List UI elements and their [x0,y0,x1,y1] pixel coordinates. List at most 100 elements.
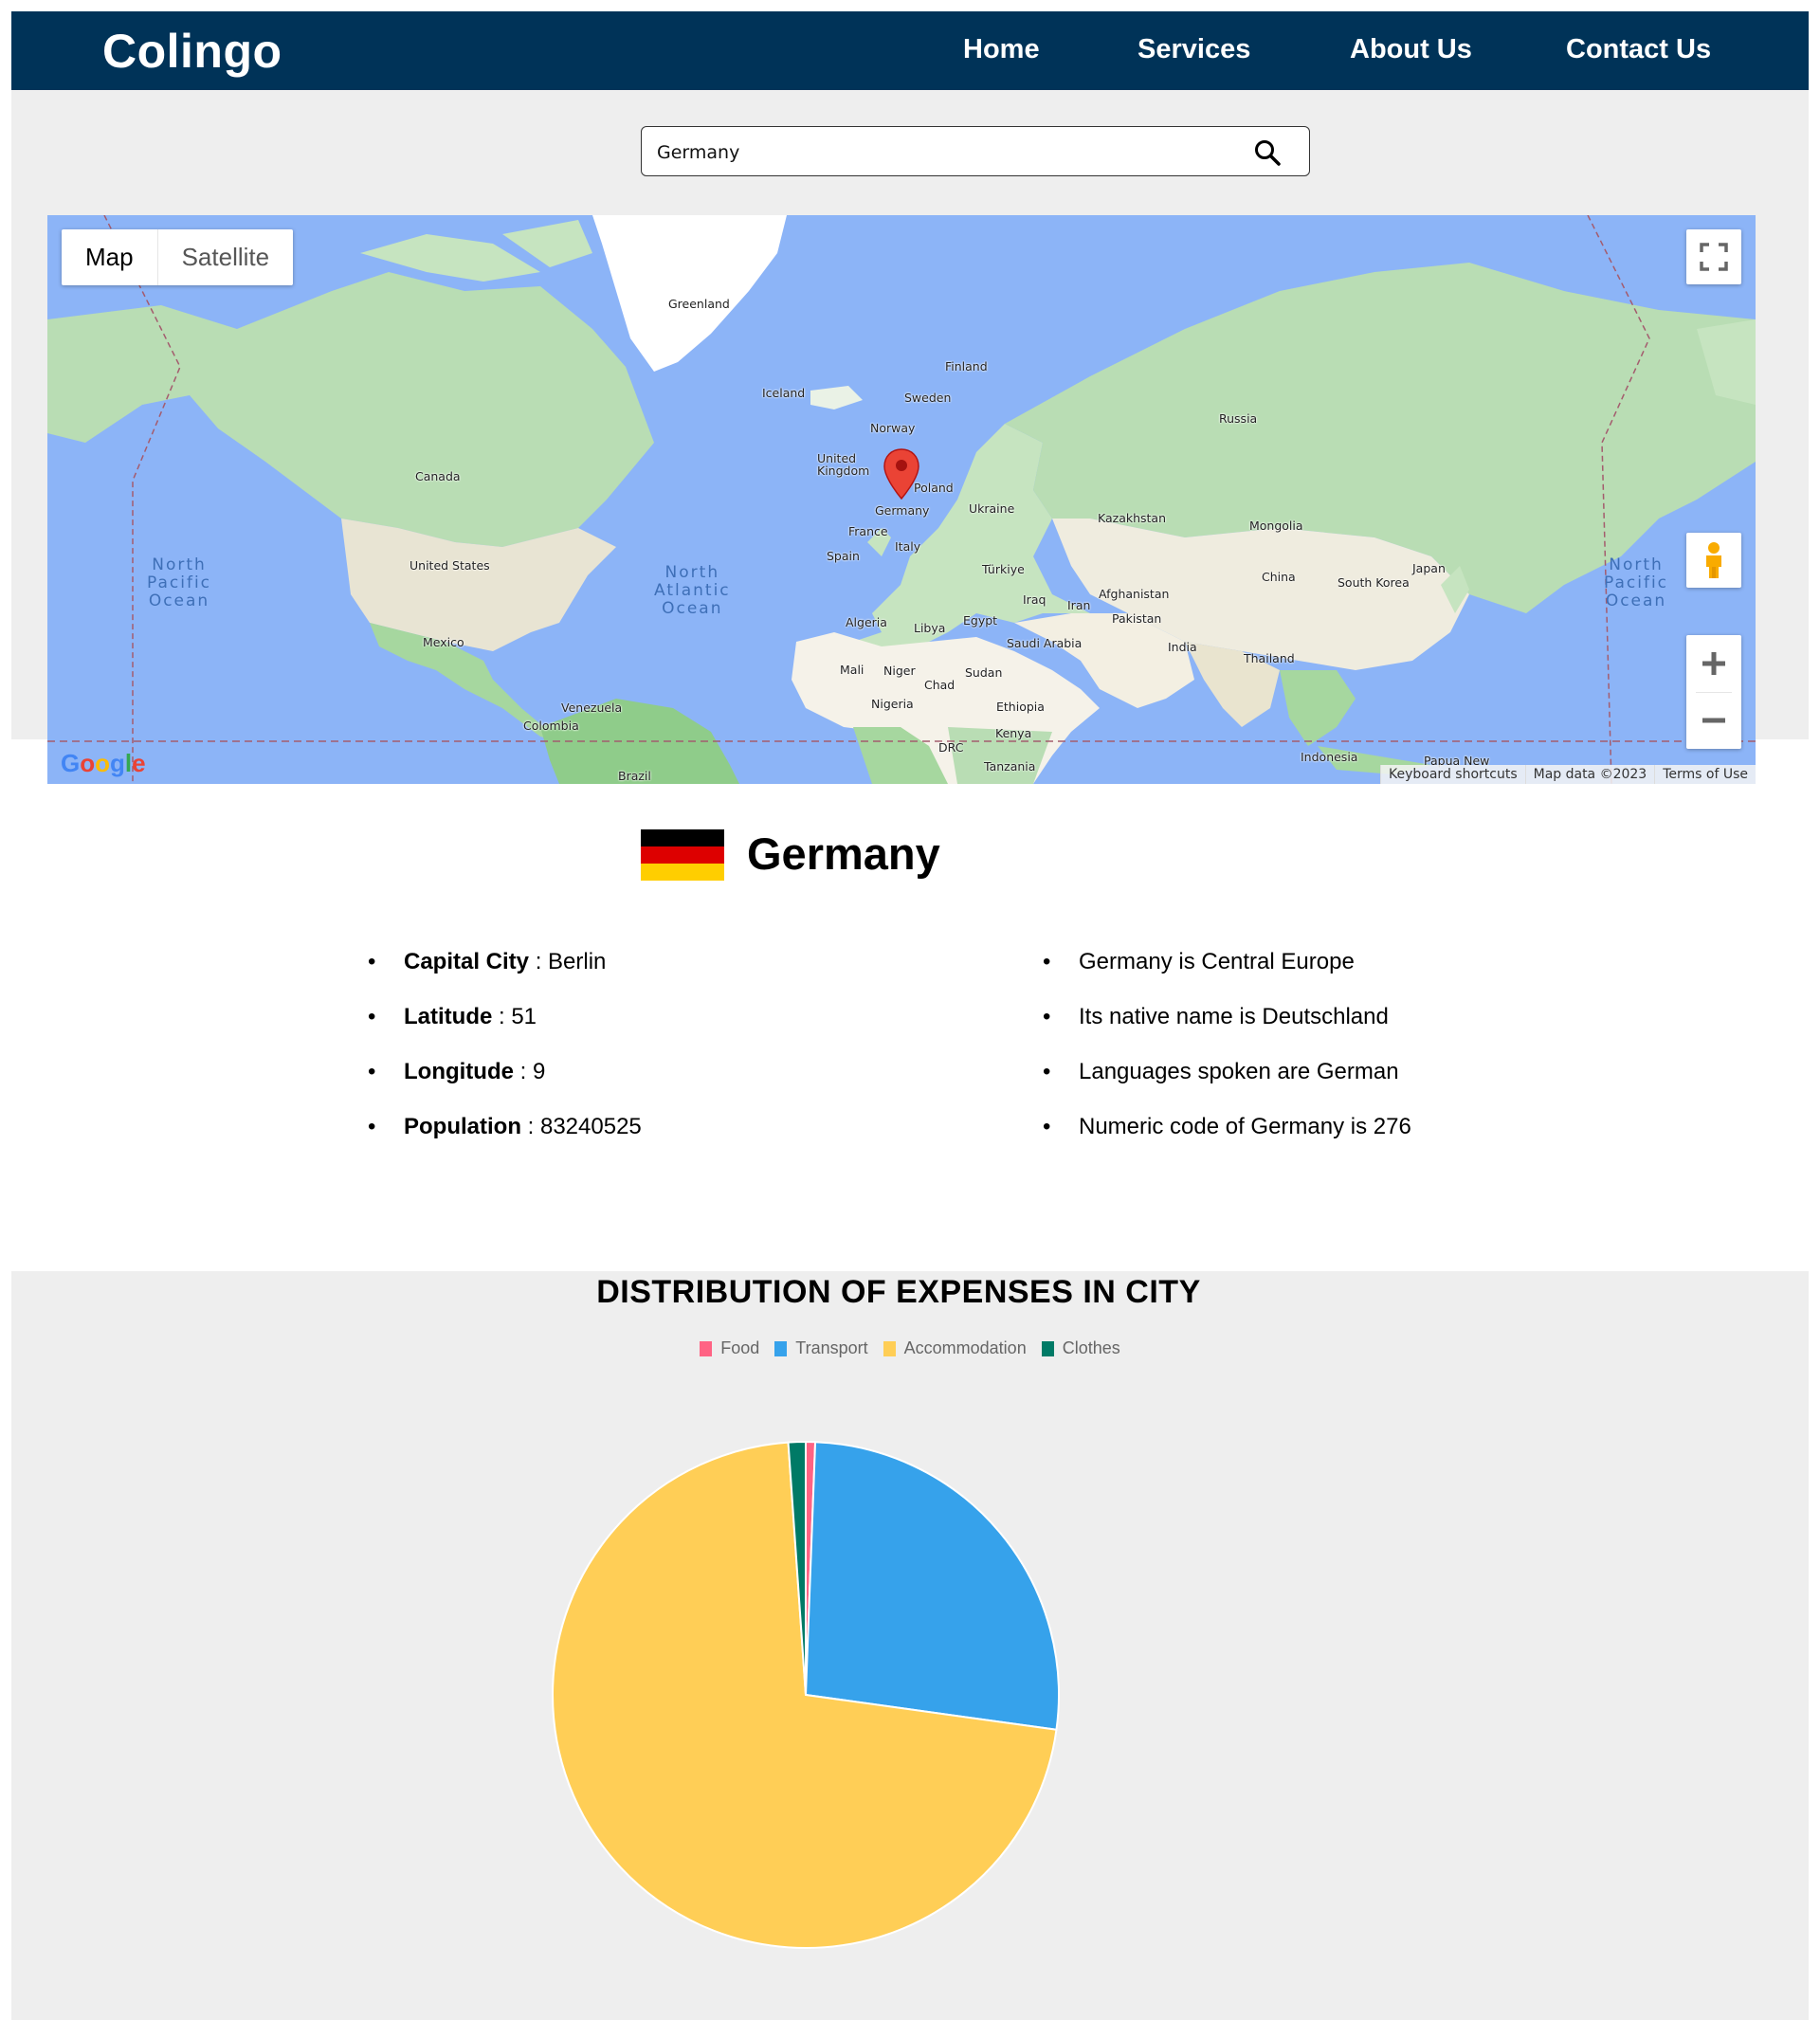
map-label: Algeria [846,615,887,629]
fact-label: Latitude [404,1004,493,1029]
search-bar [641,126,1310,176]
map-label: Chad [924,678,956,692]
map-label: Pakistan [1112,611,1162,626]
map-label: Sweden [904,391,952,405]
google-logo[interactable]: Google [61,749,146,778]
fact-value: : 83240525 [520,1114,642,1139]
map-label: Brazil [618,769,651,783]
fact-latitude: Latitude : 51 [368,1003,642,1058]
map-label: Saudi Arabia [1007,636,1083,650]
legend-label: Food [720,1338,760,1357]
map-label: Mongolia [1249,519,1303,533]
fact-population: Population : 83240525 [368,1113,642,1168]
map-data-text: Map data ©2023 [1524,765,1655,784]
map-label: Spain [827,549,860,563]
chart-title: DISTRIBUTION OF EXPENSES IN CITY [596,1274,1201,1310]
map-label: Venezuela [561,701,623,715]
pie-slice-transport[interactable] [804,1441,1060,1731]
fact-label: Longitude [404,1059,514,1084]
map-label: India [1168,640,1197,654]
map-label: Mexico [423,635,464,649]
nav-services[interactable]: Services [1138,34,1250,65]
map-label: Japan [1412,561,1446,575]
legend-label: Accommodation [903,1338,1027,1357]
zoom-control [1686,635,1741,749]
map-label: Germany [875,503,930,518]
map-label: United Kingdom [817,451,870,478]
navbar: Colingo Home Services About Us Contact U… [11,11,1809,90]
map-label: Thailand [1244,651,1295,665]
map-label: Iceland [762,386,806,400]
nav-home[interactable]: Home [963,34,1040,65]
map-label: Mali [840,663,864,677]
map-label: Indonesia [1301,750,1358,764]
map-label: France [848,524,888,538]
map-type-control: Map Satellite [62,229,294,285]
map-label: Kazakhstan [1098,511,1167,525]
legend-swatch [700,1340,713,1356]
zoom-out-icon[interactable] [1686,692,1741,749]
fact-label: Capital City [404,949,530,974]
legend-item-accommodation[interactable]: Accommodation [883,1338,1027,1358]
fact-value: : 51 [492,1004,537,1029]
fact-capital-city: Capital City : Berlin [368,948,642,1003]
legend-item-food[interactable]: Food [700,1338,759,1358]
legend-item-clothes[interactable]: Clothes [1041,1338,1120,1358]
ocean-label-north-pacific-left: North Pacific Ocean [147,555,212,610]
keyboard-shortcuts-link[interactable]: Keyboard shortcuts [1380,765,1525,784]
terms-of-use-link[interactable]: Terms of Use [1654,765,1756,784]
map-label: Colombia [523,719,579,733]
nav-about-us[interactable]: About Us [1350,34,1472,65]
legend-swatch [1041,1340,1054,1356]
map-label: Afghanistan [1099,587,1170,601]
chart-legend: Food Transport Accommodation Clothes [0,1338,1820,1358]
map-label: Norway [870,421,916,435]
map-type-satellite-button[interactable]: Satellite [158,229,294,285]
map-label: China [1262,570,1296,584]
legend-swatch [883,1340,896,1356]
legend-swatch [774,1340,788,1356]
world-map[interactable]: North Pacific Ocean North Atlantic Ocean… [47,215,1756,784]
expenses-pie-chart[interactable] [550,1439,1062,1951]
map-label: Ukraine [969,501,1015,516]
map-label: Finland [945,359,988,373]
fact-longitude: Longitude : 9 [368,1058,642,1113]
country-name: Germany [747,828,940,879]
legend-label: Clothes [1062,1338,1120,1357]
map-label: Russia [1219,411,1258,426]
ocean-label-north-pacific-right: North Pacific Ocean [1604,555,1669,610]
legend-item-transport[interactable]: Transport [774,1338,868,1358]
map-label: Niger [883,664,916,678]
street-view-button[interactable] [1686,533,1741,588]
map-label: Ethiopia [996,700,1045,714]
map-label: South Korea [1338,575,1410,590]
country-facts-right: Germany is Central Europe Its native nam… [1043,948,1411,1168]
country-facts-left: Capital City : Berlin Latitude : 51 Long… [368,948,642,1168]
fact-native-name: Its native name is Deutschland [1043,1003,1411,1058]
map-label: Türkiye [982,562,1025,576]
map-attribution: Keyboard shortcuts Map data ©2023 Terms … [1380,765,1756,784]
map-label: Greenland [668,297,730,311]
nav-contact-us[interactable]: Contact Us [1566,34,1711,65]
fullscreen-button[interactable] [1686,229,1741,284]
map-label: Egypt [963,613,998,628]
fullscreen-icon [1700,243,1728,271]
map-label: DRC [938,740,964,755]
fact-label: Population [404,1114,521,1139]
germany-flag-icon [641,829,724,881]
map-type-map-button[interactable]: Map [62,229,158,285]
map-label: Nigeria [871,697,914,711]
fact-region: Germany is Central Europe [1043,948,1411,1003]
map-label: Kenya [995,726,1032,740]
zoom-in-icon[interactable] [1686,635,1741,692]
brand-logo[interactable]: Colingo [102,24,282,79]
map-label: Tanzania [984,759,1036,773]
search-icon[interactable] [1252,137,1283,168]
search-input[interactable] [655,138,1228,167]
map-label: Libya [914,621,946,635]
map-label: United States [410,558,490,573]
fact-value: : Berlin [529,949,607,974]
fact-languages: Languages spoken are German [1043,1058,1411,1113]
location-pin-icon[interactable] [883,447,920,500]
map-label: Italy [895,539,921,554]
